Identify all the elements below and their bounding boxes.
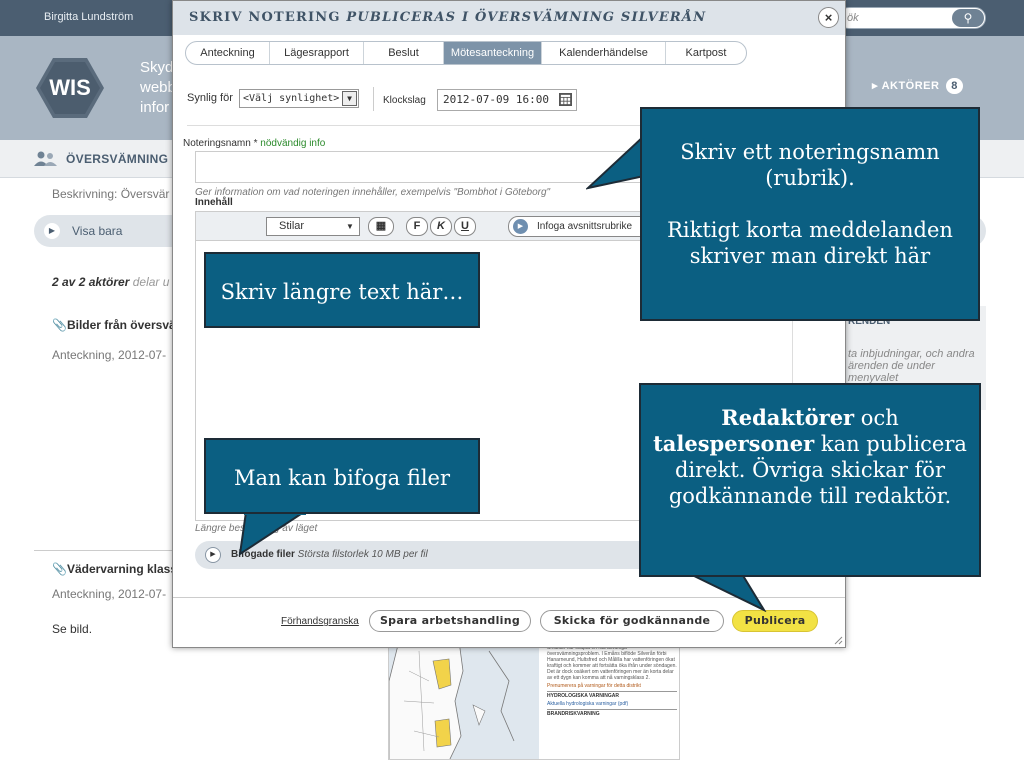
event-title: ÖVERSVÄMNING bbox=[66, 152, 169, 166]
divider bbox=[373, 87, 374, 111]
resize-handle-icon[interactable] bbox=[833, 635, 843, 645]
time-input[interactable]: 2012-07-09 16:00 bbox=[437, 89, 577, 111]
paperclip-icon: 📎 bbox=[52, 318, 67, 332]
preview-link[interactable]: Förhandsgranska bbox=[281, 616, 359, 627]
callout-tail bbox=[688, 572, 767, 612]
people-icon bbox=[34, 151, 57, 166]
user-name[interactable]: Birgitta Lundström bbox=[44, 11, 133, 23]
content-label: Innehåll bbox=[195, 197, 233, 208]
tab-motesanteckning[interactable]: Mötesanteckning bbox=[444, 42, 542, 64]
chevron-down-icon: ▼ bbox=[346, 222, 354, 231]
map-side-text: Smältan har skapat en rad allvarliga öve… bbox=[547, 645, 677, 717]
table-icon[interactable]: ▦ bbox=[368, 217, 394, 236]
note-body: Se bild. bbox=[52, 622, 93, 636]
search-placeholder: ök bbox=[847, 12, 859, 24]
tab-beslut[interactable]: Beslut bbox=[364, 42, 444, 64]
calendar-icon[interactable] bbox=[559, 93, 572, 106]
chevron-down-icon: ▼ bbox=[342, 91, 357, 106]
panel-text: ta inbjudningar, och andra ärenden de un… bbox=[848, 348, 975, 384]
play-icon: ▶ bbox=[513, 219, 528, 234]
magnifier-icon: ⚲ bbox=[963, 11, 973, 25]
dialog-titlebar[interactable]: SKRIV NOTERING PUBLICERAS I ÖVERSVÄMNING… bbox=[173, 1, 845, 35]
show-only-toggle[interactable]: ▶ Visa bara bbox=[34, 215, 174, 247]
styles-select[interactable]: Stilar ▼ bbox=[266, 217, 360, 236]
warning-map-image[interactable]: Smältan har skapat en rad allvarliga öve… bbox=[388, 640, 680, 760]
tab-kalenderhandelse[interactable]: Kalenderhändelse bbox=[542, 42, 666, 64]
note-name-hint: Ger information om vad noteringen innehå… bbox=[195, 187, 551, 198]
note-type-tabs: Anteckning Lägesrapport Beslut Mötesante… bbox=[185, 41, 747, 65]
time-label: Klockslag bbox=[383, 95, 426, 106]
note-name-input[interactable] bbox=[195, 151, 645, 183]
actors-summary: 2 av 2 aktörer delar u bbox=[52, 275, 170, 289]
visibility-label: Synlig för bbox=[187, 92, 233, 104]
search-input[interactable]: ök ⚲ bbox=[838, 7, 986, 29]
wis-logo[interactable]: WIS bbox=[36, 58, 104, 118]
tab-kartpost[interactable]: Kartpost bbox=[666, 42, 746, 64]
callout-publish-rights: Redaktörer och talespersoner kan publice… bbox=[639, 383, 981, 577]
note-name-label: Noteringsnamn * nödvändig info bbox=[183, 138, 326, 149]
callout-longer-text: Skriv längre text här… bbox=[204, 252, 480, 328]
sweden-map bbox=[389, 641, 539, 759]
callout-tail bbox=[586, 133, 646, 190]
publish-button[interactable]: Publicera bbox=[732, 610, 818, 632]
italic-button[interactable]: K bbox=[430, 217, 452, 236]
close-icon[interactable]: × bbox=[818, 7, 839, 28]
actors-count-badge: 8 bbox=[946, 78, 964, 94]
tab-lagesrapport[interactable]: Lägesrapport bbox=[270, 42, 364, 64]
callout-note-name: Skriv ett noteringsnamn (rubrik). Riktig… bbox=[640, 107, 980, 321]
divider bbox=[34, 550, 174, 551]
play-icon: ▶ bbox=[205, 547, 221, 563]
note-meta: Anteckning, 2012-07- bbox=[52, 348, 167, 362]
visibility-select[interactable]: <Välj synlighet> ▼ bbox=[239, 89, 359, 108]
actors-link[interactable]: ▸ AKTÖRER 8 bbox=[872, 78, 964, 94]
paperclip-icon: 📎 bbox=[52, 562, 67, 576]
save-draft-button[interactable]: Spara arbetshandling bbox=[369, 610, 531, 632]
event-description: Beskrivning: Översvär bbox=[52, 187, 170, 201]
note-title[interactable]: 📎Vädervarning klass bbox=[52, 562, 177, 576]
underline-button[interactable]: U bbox=[454, 217, 476, 236]
note-meta: Anteckning, 2012-07- bbox=[52, 587, 167, 601]
search-button[interactable]: ⚲ bbox=[952, 9, 984, 27]
tab-anteckning[interactable]: Anteckning bbox=[186, 42, 270, 64]
play-icon: ▸ bbox=[872, 80, 882, 92]
callout-attach-files: Man kan bifoga filer bbox=[204, 438, 480, 514]
insert-section-heading-button[interactable]: ▶ Infoga avsnittsrubrike bbox=[508, 216, 658, 237]
play-icon: ▶ bbox=[44, 223, 60, 239]
dialog-title: SKRIV NOTERING PUBLICERAS I ÖVERSVÄMNING… bbox=[189, 10, 707, 25]
send-for-approval-button[interactable]: Skicka för godkännande bbox=[540, 610, 724, 632]
callout-tail bbox=[238, 510, 306, 556]
note-title[interactable]: 📎Bilder från översvä bbox=[52, 318, 176, 332]
logo-text: WIS bbox=[49, 75, 91, 100]
bold-button[interactable]: F bbox=[406, 217, 428, 236]
